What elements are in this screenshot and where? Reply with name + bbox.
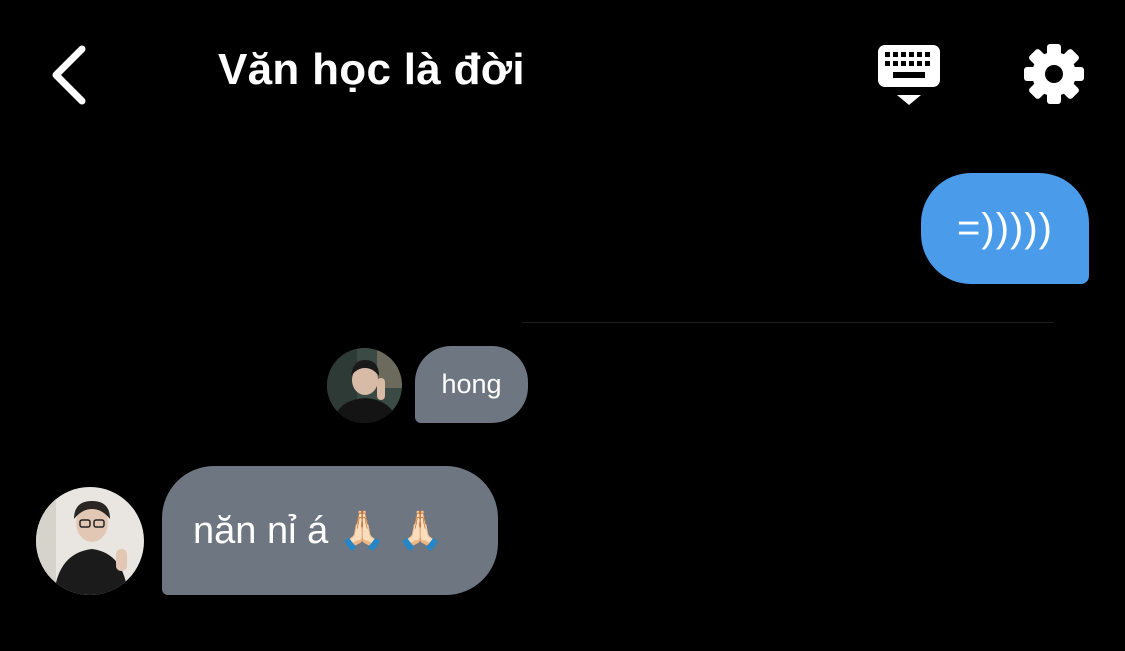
chat-header: Văn học là đời	[0, 0, 1125, 150]
message-bubble-received[interactable]: năn nỉ á 🙏🏻 🙏🏻	[162, 466, 498, 595]
back-button[interactable]	[38, 38, 98, 112]
avatar-photo	[327, 348, 402, 423]
message-bubble-sent[interactable]: =)))))	[921, 173, 1089, 284]
keyboard-button[interactable]	[872, 40, 946, 110]
message-text: =)))))	[957, 206, 1053, 250]
message-bubble-received[interactable]: hong	[415, 346, 528, 423]
chevron-left-icon	[52, 45, 86, 105]
chat-title: Văn học là đời	[218, 45, 525, 94]
avatar[interactable]	[327, 348, 402, 423]
avatar-photo	[36, 487, 144, 595]
message-text: hong	[441, 369, 502, 399]
divider	[522, 322, 1054, 323]
keyboard-hide-icon	[878, 45, 940, 105]
message-text: năn nỉ á 🙏🏻 🙏🏻	[193, 509, 444, 552]
settings-button[interactable]	[1018, 38, 1090, 110]
avatar[interactable]	[36, 487, 144, 595]
gear-icon	[1024, 44, 1084, 104]
